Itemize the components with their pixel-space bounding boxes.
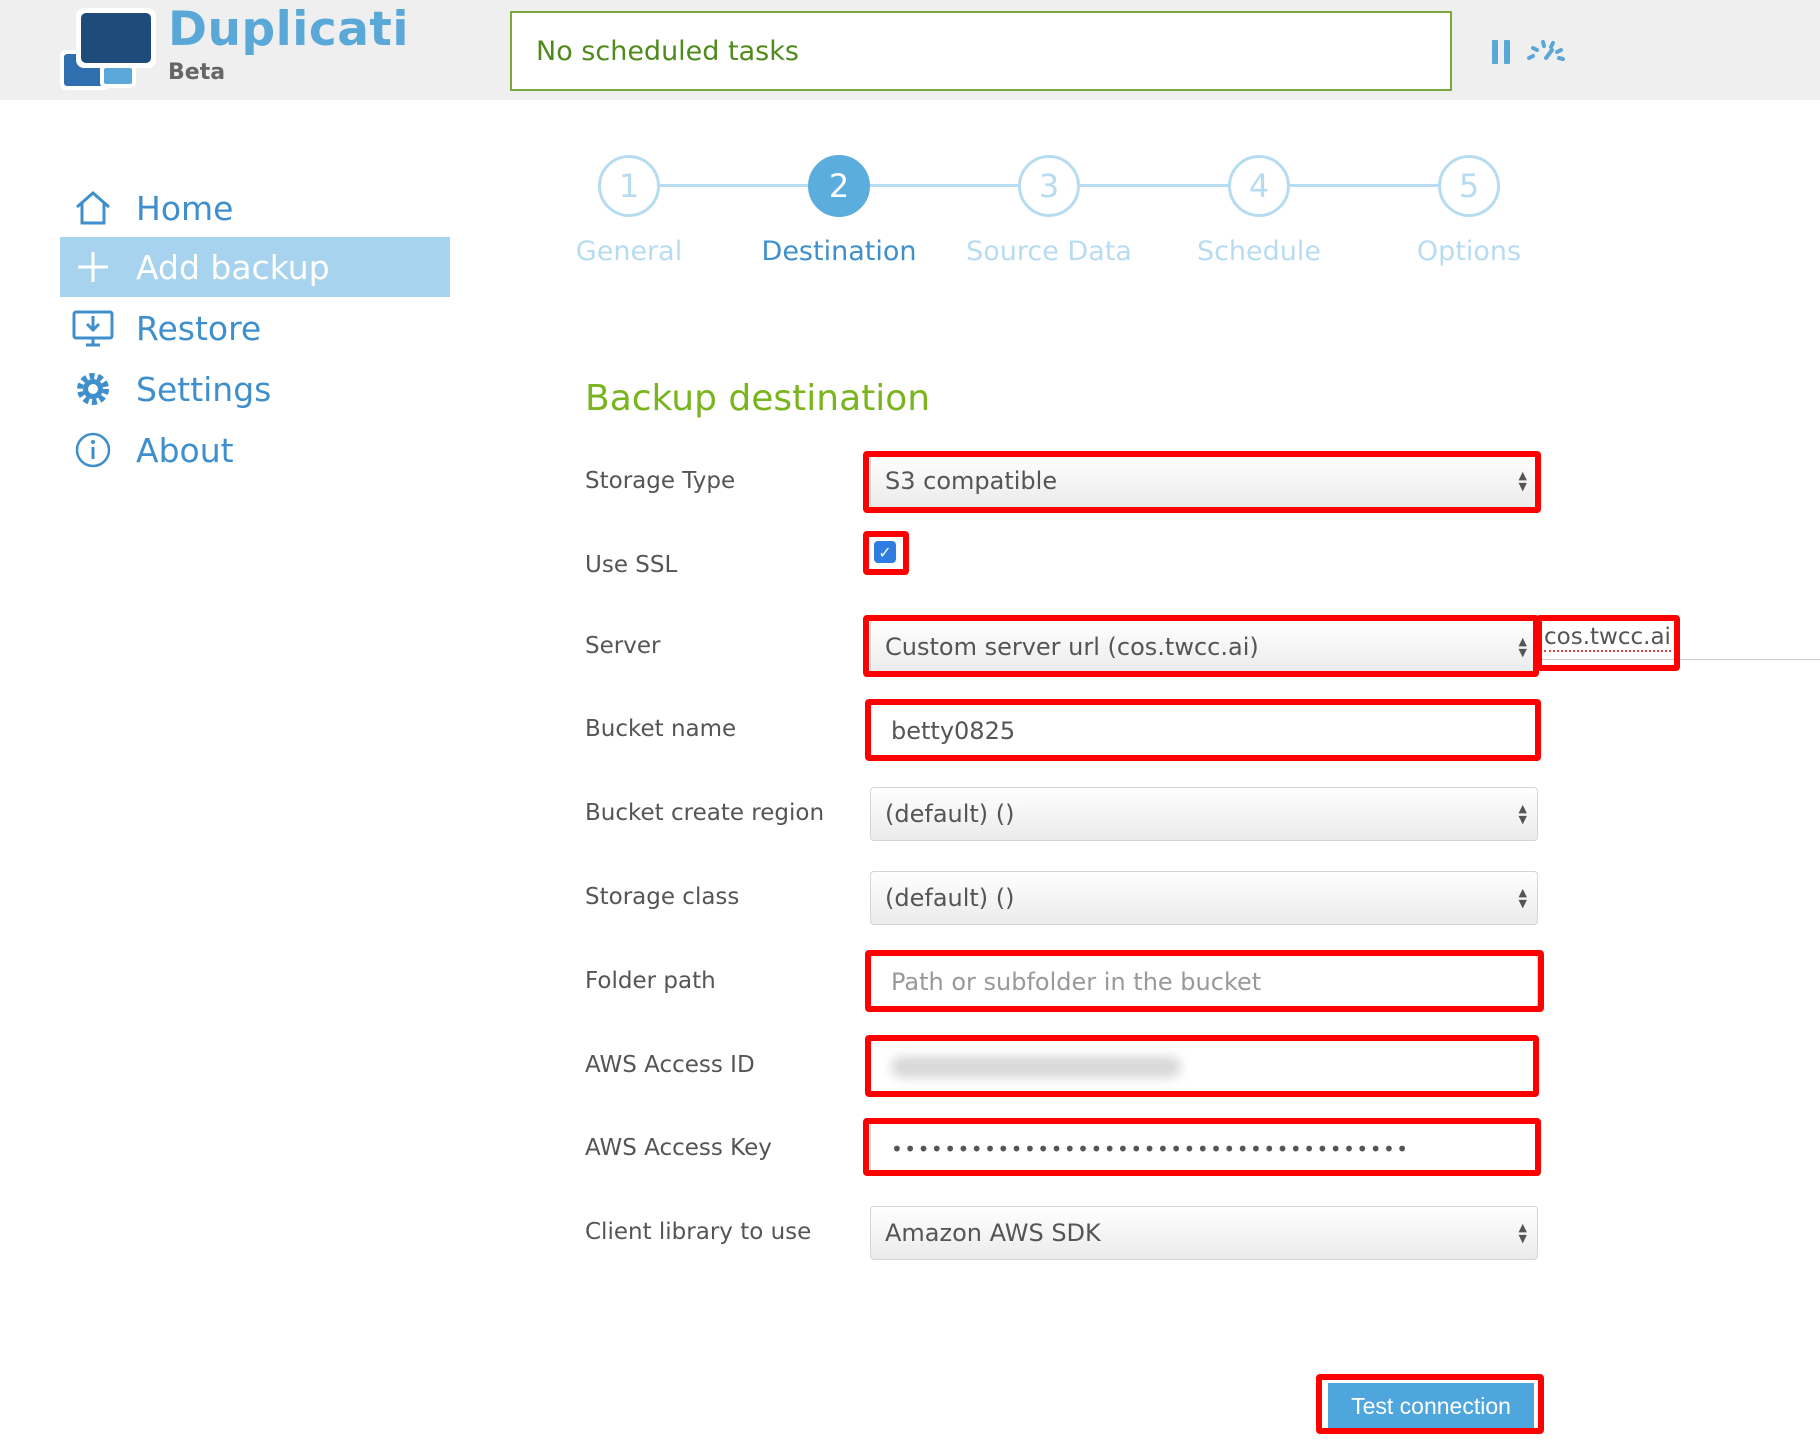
server-value: Custom server url (cos.twcc.ai) <box>885 633 1259 661</box>
server-select[interactable]: Custom server url (cos.twcc.ai) ▲ ▼ <box>870 620 1538 674</box>
test-connection-button[interactable]: Test connection <box>1328 1383 1534 1429</box>
custom-server-input[interactable]: cos.twcc.ai <box>1540 620 1820 660</box>
access-key-label: AWS Access Key <box>585 1135 772 1161</box>
bucket-region-value: (default) () <box>885 800 1015 828</box>
top-bar: Duplicati Beta No scheduled tasks <box>0 0 1820 100</box>
bucket-region-label: Bucket create region <box>585 800 825 826</box>
info-icon <box>60 431 126 469</box>
pause-icon[interactable] <box>1490 38 1512 66</box>
folder-path-input[interactable]: Path or subfolder in the bucket <box>870 955 1538 1009</box>
access-id-label: AWS Access ID <box>585 1052 755 1078</box>
folder-path-label: Folder path <box>585 968 716 994</box>
access-id-input[interactable] <box>870 1040 1538 1094</box>
access-key-masked: ••••••••••••••••••••••••••••••••••••••• <box>891 1137 1410 1161</box>
sidebar-item-label: Settings <box>136 369 272 409</box>
client-library-value: Amazon AWS SDK <box>885 1219 1101 1247</box>
client-library-select[interactable]: Amazon AWS SDK ▲ ▼ <box>870 1206 1538 1260</box>
step-label-general[interactable]: General <box>529 236 729 267</box>
select-arrows-icon: ▲ ▼ <box>1518 469 1527 493</box>
step-1-circle[interactable]: 1 <box>598 155 660 217</box>
step-3-circle[interactable]: 3 <box>1018 155 1080 217</box>
restore-icon <box>60 308 126 348</box>
storage-type-label: Storage Type <box>585 468 736 494</box>
redacted-value <box>891 1056 1181 1078</box>
throttle-icon[interactable] <box>1524 36 1568 64</box>
step-4-circle[interactable]: 4 <box>1228 155 1290 217</box>
sidebar-item-home[interactable]: Home <box>60 178 450 238</box>
server-label: Server <box>585 633 661 659</box>
folder-path-placeholder: Path or subfolder in the bucket <box>891 968 1262 996</box>
step-label-options[interactable]: Options <box>1369 236 1569 267</box>
bucket-name-label: Bucket name <box>585 716 737 742</box>
step-5-circle[interactable]: 5 <box>1438 155 1500 217</box>
storage-class-select[interactable]: (default) () ▲ ▼ <box>870 871 1538 925</box>
section-title: Backup destination <box>585 378 931 419</box>
step-label-destination[interactable]: Destination <box>739 236 939 267</box>
sidebar-item-settings[interactable]: Settings <box>60 359 450 419</box>
step-connector <box>870 184 1020 187</box>
select-arrows-icon: ▲ ▼ <box>1518 886 1527 910</box>
checkmark-icon: ✓ <box>878 542 892 562</box>
sidebar-item-about[interactable]: About <box>60 420 450 480</box>
bucket-region-select[interactable]: (default) () ▲ ▼ <box>870 787 1538 841</box>
select-arrows-icon: ▲ ▼ <box>1518 802 1527 826</box>
sidebar-item-label: Add backup <box>136 247 330 287</box>
gear-icon <box>60 369 126 409</box>
use-ssl-label: Use SSL <box>585 552 678 578</box>
app-tag: Beta <box>168 60 226 85</box>
sidebar-item-label: Home <box>136 188 234 228</box>
select-arrows-icon: ▲ ▼ <box>1518 1221 1527 1245</box>
sidebar-item-restore[interactable]: Restore <box>60 298 450 358</box>
storage-class-value: (default) () <box>885 884 1015 912</box>
step-label-source-data[interactable]: Source Data <box>949 236 1149 267</box>
duplicati-logo <box>60 8 156 90</box>
custom-server-value: cos.twcc.ai <box>1544 624 1671 652</box>
use-ssl-checkbox[interactable]: ✓ <box>874 541 896 563</box>
sidebar-item-label: About <box>136 430 234 470</box>
app-name: Duplicati <box>168 2 409 57</box>
bucket-name-input[interactable]: betty0825 <box>870 704 1538 758</box>
storage-class-label: Storage class <box>585 884 740 910</box>
storage-type-select[interactable]: S3 compatible ▲ ▼ <box>870 454 1538 508</box>
step-connector <box>1290 184 1440 187</box>
status-text: No scheduled tasks <box>536 35 799 67</box>
sidebar-item-add-backup[interactable]: Add backup <box>60 237 450 297</box>
storage-type-value: S3 compatible <box>885 467 1058 495</box>
home-icon <box>60 189 126 227</box>
step-2-circle[interactable]: 2 <box>808 155 870 217</box>
client-library-label: Client library to use <box>585 1219 812 1245</box>
step-connector <box>1080 184 1230 187</box>
status-box[interactable]: No scheduled tasks <box>510 11 1452 91</box>
access-key-input[interactable]: ••••••••••••••••••••••••••••••••••••••• <box>870 1122 1538 1176</box>
select-arrows-icon: ▲ ▼ <box>1518 635 1527 659</box>
plus-icon <box>60 249 126 285</box>
bucket-name-value: betty0825 <box>891 717 1016 745</box>
sidebar-item-label: Restore <box>136 308 262 348</box>
step-label-schedule[interactable]: Schedule <box>1159 236 1359 267</box>
step-connector <box>660 184 810 187</box>
